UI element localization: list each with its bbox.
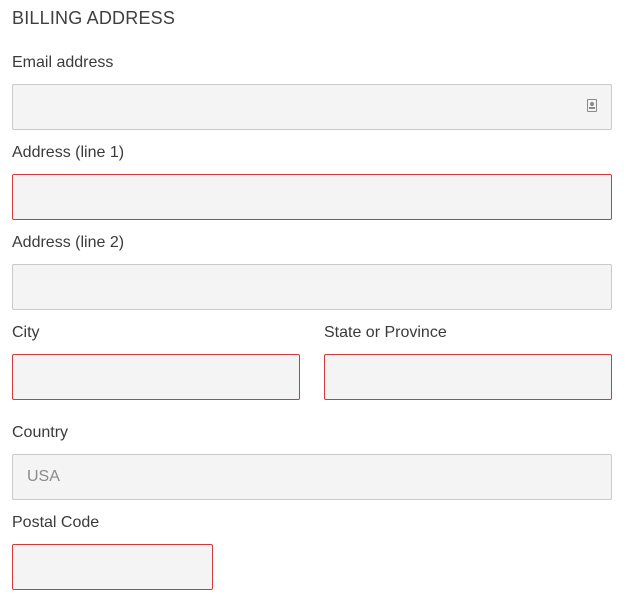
section-title: BILLING ADDRESS xyxy=(12,8,176,28)
address-line1-field[interactable] xyxy=(13,175,611,219)
city-field-wrapper xyxy=(12,354,300,400)
email-label: Email address xyxy=(12,54,114,71)
state-field-wrapper xyxy=(324,354,612,400)
country-label: Country xyxy=(12,424,69,441)
email-field-wrapper xyxy=(12,84,612,130)
state-label: State or Province xyxy=(324,324,447,341)
contact-card-icon[interactable] xyxy=(587,99,597,112)
postal-code-label: Postal Code xyxy=(12,514,100,531)
city-field[interactable] xyxy=(13,355,299,399)
address-line2-field[interactable] xyxy=(13,265,611,309)
country-field-wrapper xyxy=(12,454,612,500)
city-label: City xyxy=(12,324,40,341)
address-line1-label: Address (line 1) xyxy=(12,144,125,161)
address-line2-label: Address (line 2) xyxy=(12,234,125,251)
country-field[interactable] xyxy=(13,455,611,499)
postal-code-field-wrapper xyxy=(12,544,213,590)
email-field[interactable] xyxy=(13,85,611,129)
state-field[interactable] xyxy=(325,355,611,399)
address-line2-field-wrapper xyxy=(12,264,612,310)
postal-code-field[interactable] xyxy=(13,545,212,589)
address-line1-field-wrapper xyxy=(12,174,612,220)
